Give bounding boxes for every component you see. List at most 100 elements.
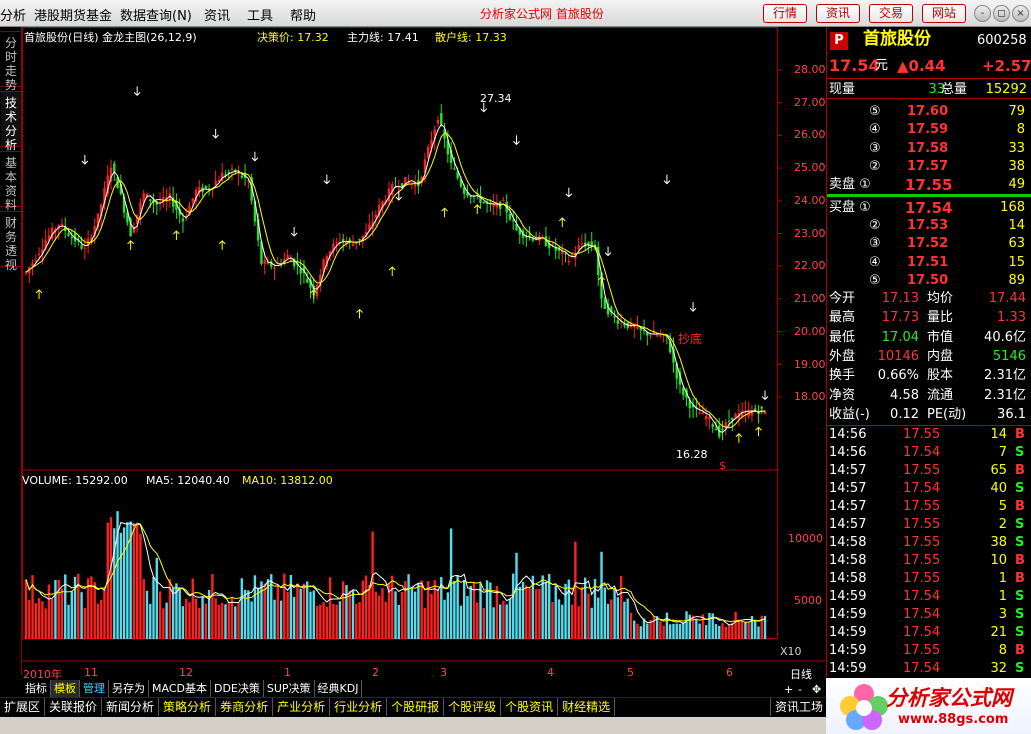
- volume-bar: [472, 582, 476, 639]
- sell-arrow-icon: [761, 390, 769, 401]
- volume-bar: [119, 532, 123, 639]
- stat-label: 最高: [829, 310, 856, 326]
- kline-chart[interactable]: 首旅股份(日线) 金龙主图(26,12,9) 决策价: 17.32 主力线: 1…: [22, 27, 826, 696]
- sell-arrow-icon: [513, 135, 520, 146]
- fn-news-analysis[interactable]: 新闻分析: [102, 698, 160, 716]
- fn-research[interactable]: 个股研报: [387, 698, 445, 716]
- tab-intraday[interactable]: 分时走势: [1, 31, 21, 92]
- volume-bar: [211, 574, 214, 639]
- zoom-out-icon[interactable]: -: [798, 683, 802, 696]
- buy-arrow-icon: [441, 207, 448, 218]
- candle-body: [358, 239, 361, 241]
- tab-financial[interactable]: 财务透视: [1, 211, 21, 272]
- fn-extension[interactable]: 扩展区: [0, 698, 46, 716]
- tab-manage[interactable]: 管理: [80, 680, 109, 697]
- bid-level: ②: [869, 218, 881, 233]
- zoom-in-icon[interactable]: +: [784, 683, 793, 696]
- candle-body: [436, 119, 440, 124]
- period-label[interactable]: 日线: [790, 666, 812, 682]
- tab-basic-info[interactable]: 基本资料: [1, 151, 21, 212]
- fn-strategy[interactable]: 策略分析: [159, 698, 217, 716]
- volume-bar: [538, 588, 541, 639]
- trade-button[interactable]: 交易: [869, 4, 913, 23]
- ask-price: 17.57: [907, 158, 949, 174]
- menu-news[interactable]: 资讯: [204, 5, 230, 24]
- price-tick: 25.00: [794, 161, 826, 174]
- volume-bar: [243, 589, 247, 639]
- tick-time: 14:59: [829, 625, 867, 640]
- tab-save-as[interactable]: 另存为: [109, 680, 149, 697]
- menu-help[interactable]: 帮助: [290, 5, 316, 24]
- tab-macd[interactable]: MACD基本: [149, 680, 211, 697]
- volume-bar: [593, 579, 597, 639]
- volume-bar: [286, 591, 289, 639]
- volume-bar: [194, 598, 198, 639]
- tick-price: 17.55: [903, 517, 941, 532]
- volume-bar: [600, 551, 603, 639]
- volume-bar: [446, 592, 450, 639]
- maximize-icon[interactable]: ◻: [993, 5, 1010, 22]
- tab-sup[interactable]: SUP决策: [264, 680, 315, 697]
- sell1-row: 卖盘 ① 17.55 49: [827, 176, 1031, 197]
- tab-template[interactable]: 模板: [51, 680, 80, 697]
- fn-finance[interactable]: 财经精选: [558, 698, 616, 716]
- fn-broker[interactable]: 券商分析: [216, 698, 274, 716]
- fn-stock-news[interactable]: 个股资讯: [501, 698, 559, 716]
- candle-body: [577, 245, 580, 250]
- volume-bar: [417, 583, 420, 639]
- fn-related-quotes[interactable]: 关联报价: [45, 698, 103, 716]
- sell-arrow-icon: [323, 174, 331, 185]
- minimize-icon[interactable]: -: [974, 5, 991, 22]
- tick-row: 14:59 17.55 8 B: [827, 642, 1031, 660]
- volume-bar: [306, 581, 309, 639]
- volume-bar: [754, 619, 757, 639]
- volume-bar: [165, 602, 168, 639]
- volume-bar: [469, 585, 472, 639]
- volume-bar: [341, 581, 345, 639]
- menu-hk-futures[interactable]: 港股期货基金: [34, 5, 112, 24]
- quote-button[interactable]: 行情: [763, 4, 807, 23]
- news-button[interactable]: 资讯: [816, 4, 860, 23]
- close-icon[interactable]: ×: [1012, 5, 1029, 22]
- volume-bar: [750, 615, 754, 639]
- fn-industry-chain[interactable]: 产业分析: [273, 698, 331, 716]
- candle-body: [374, 214, 378, 218]
- stat-value: 4.58: [890, 387, 919, 403]
- title-links[interactable]: 分析家公式网 首旅股份: [480, 5, 604, 22]
- stat-label: PE(动): [927, 406, 967, 422]
- website-button[interactable]: 网站: [922, 4, 966, 23]
- tick-volume: 21: [990, 625, 1007, 640]
- candle-body: [227, 171, 230, 174]
- ask-row: ② 17.57 38: [827, 158, 1031, 176]
- tick-price: 17.55: [903, 463, 941, 478]
- volume-bar: [93, 581, 96, 639]
- sell-arrow-icon: [133, 86, 141, 97]
- stat-row: 外盘 10146 内盘 5146: [827, 348, 1031, 366]
- tab-indicator[interactable]: 指标: [22, 680, 51, 697]
- tick-price: 17.55: [903, 553, 941, 568]
- tick-volume: 1: [998, 589, 1007, 604]
- menu-tools[interactable]: 工具: [247, 5, 273, 24]
- menu-data-query[interactable]: 数据查询(N): [120, 5, 192, 24]
- volume-bar: [747, 622, 750, 639]
- candle-body: [289, 259, 293, 261]
- stat-label: 今开: [829, 291, 856, 306]
- move-icon[interactable]: ✥: [812, 683, 821, 696]
- fn-rating[interactable]: 个股评级: [444, 698, 502, 716]
- fn-info-factory[interactable]: 资讯工场: [770, 698, 829, 716]
- volume-tick: 10000: [788, 532, 823, 545]
- tab-dde[interactable]: DDE决策: [211, 680, 264, 697]
- tab-technical[interactable]: 技术分析: [1, 91, 21, 152]
- main-force-label: 主力线: 17.41: [347, 31, 419, 44]
- candle-body: [80, 245, 83, 249]
- fn-sector[interactable]: 行业分析: [330, 698, 388, 716]
- candle-body: [181, 218, 185, 222]
- volume-bar: [67, 604, 70, 639]
- volume-bar: [302, 583, 306, 639]
- tab-kdj[interactable]: 经典KDJ: [315, 680, 363, 697]
- tick-side: S: [1015, 625, 1025, 640]
- stat-label: 收益(-): [829, 406, 870, 422]
- volume-bar: [642, 618, 646, 639]
- volume-bar: [744, 621, 747, 639]
- menu-analysis[interactable]: 分析: [0, 5, 26, 24]
